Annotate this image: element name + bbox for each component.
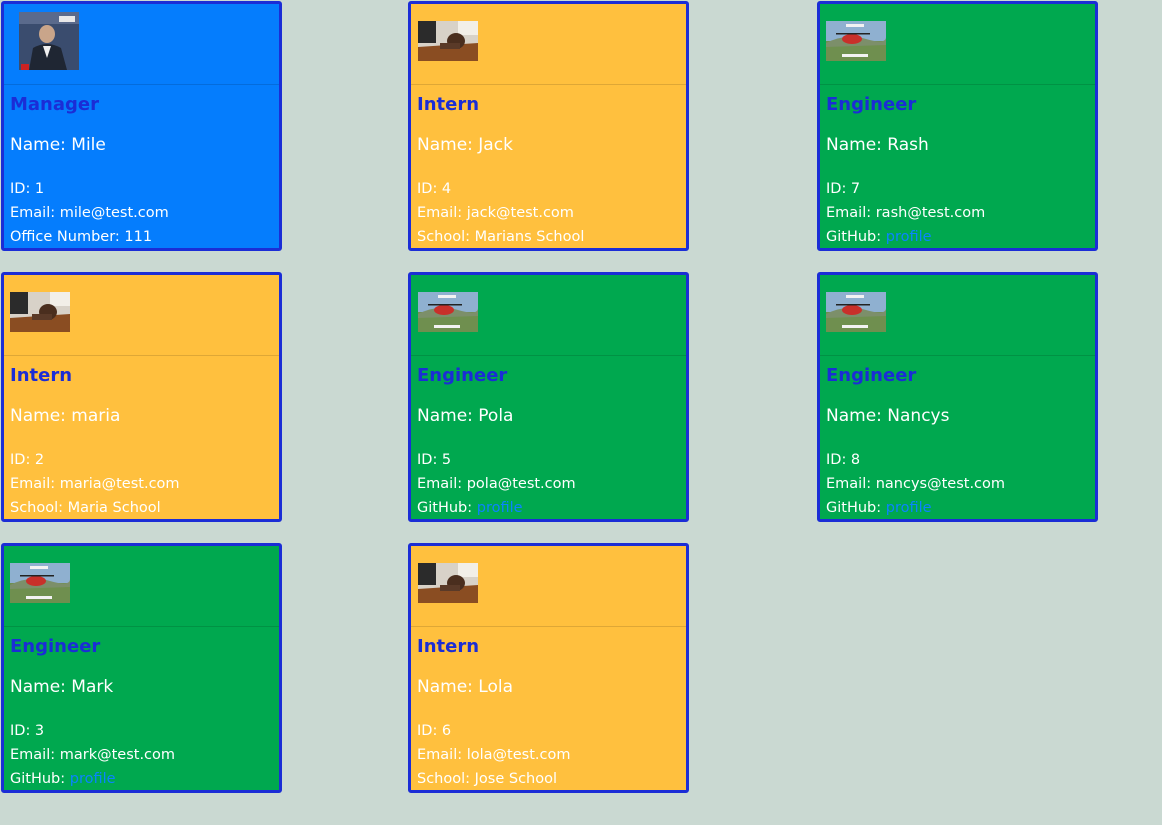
role-title: Manager [10, 94, 99, 115]
card-header [4, 275, 279, 356]
github-label: GitHub: [10, 771, 70, 787]
role-title: Engineer [10, 636, 101, 657]
card-body: Intern Name: Lola ID: 6 Email: lola@test… [411, 627, 686, 790]
card-body: Engineer Name: Nancys ID: 8 Email: nancy… [820, 356, 1095, 519]
github-profile-link[interactable]: profile [70, 771, 116, 787]
employee-card-intern-lola: Intern Name: Lola ID: 6 Email: lola@test… [408, 543, 689, 793]
employee-id: ID: 4 [417, 181, 452, 197]
card-header [820, 275, 1095, 356]
github-label: GitHub: [826, 500, 886, 516]
employee-id: ID: 3 [10, 723, 45, 739]
role-title: Engineer [826, 94, 917, 115]
role-title: Intern [417, 636, 480, 657]
employee-card-engineer-nancys: Engineer Name: Nancys ID: 8 Email: nancy… [817, 272, 1098, 522]
employee-name: Name: Nancys [826, 406, 950, 426]
employee-id: ID: 5 [417, 452, 452, 468]
intern-photo [418, 21, 478, 61]
employee-id: ID: 2 [10, 452, 45, 468]
employee-card-engineer-mark: Engineer Name: Mark ID: 3 Email: mark@te… [1, 543, 282, 793]
card-header [411, 275, 686, 356]
card-header [820, 4, 1095, 85]
employee-card-engineer-pola: Engineer Name: Pola ID: 5 Email: pola@te… [408, 272, 689, 522]
github-label: GitHub: [826, 229, 886, 245]
engineer-photo [826, 292, 886, 332]
employee-email: Email: jack@test.com [417, 205, 574, 221]
role-title: Engineer [417, 365, 508, 386]
employee-id: ID: 8 [826, 452, 861, 468]
employee-email: Email: rash@test.com [826, 205, 986, 221]
engineer-photo [826, 21, 886, 61]
employee-card-manager-mile: Manager Name: Mile ID: 1 Email: mile@tes… [1, 1, 282, 251]
card-header [4, 4, 279, 85]
employee-card-intern-jack: Intern Name: Jack ID: 4 Email: jack@test… [408, 1, 689, 251]
employee-email: Email: maria@test.com [10, 476, 180, 492]
school: School: Jose School [417, 771, 558, 787]
engineer-photo [10, 563, 70, 603]
manager-photo [19, 12, 79, 70]
card-header [411, 4, 686, 85]
github-profile-link[interactable]: profile [886, 229, 932, 245]
employee-email: Email: nancys@test.com [826, 476, 1006, 492]
employee-name: Name: Mile [10, 135, 106, 155]
card-body: Intern Name: maria ID: 2 Email: maria@te… [4, 356, 279, 519]
engineer-photo [418, 292, 478, 332]
employee-id: ID: 7 [826, 181, 861, 197]
employee-name: Name: Mark [10, 677, 114, 697]
card-body: Engineer Name: Rash ID: 7 Email: rash@te… [820, 85, 1095, 248]
employee-email: Email: lola@test.com [417, 747, 571, 763]
role-title: Intern [417, 94, 480, 115]
school: School: Maria School [10, 500, 161, 516]
card-body: Intern Name: Jack ID: 4 Email: jack@test… [411, 85, 686, 248]
employee-email: Email: mark@test.com [10, 747, 176, 763]
employee-email: Email: pola@test.com [417, 476, 576, 492]
employee-name: Name: maria [10, 406, 121, 426]
intern-photo [418, 563, 478, 603]
card-body: Engineer Name: Pola ID: 5 Email: pola@te… [411, 356, 686, 519]
employee-card-engineer-rash: Engineer Name: Rash ID: 7 Email: rash@te… [817, 1, 1098, 251]
employee-card-intern-maria: Intern Name: maria ID: 2 Email: maria@te… [1, 272, 282, 522]
github: GitHub: profile [826, 496, 1089, 519]
card-body: Manager Name: Mile ID: 1 Email: mile@tes… [4, 85, 279, 248]
github-label: GitHub: [417, 500, 477, 516]
github: GitHub: profile [826, 225, 1089, 248]
school: School: Marians School [417, 229, 585, 245]
github-profile-link[interactable]: profile [477, 500, 523, 516]
employee-id: ID: 1 [10, 181, 45, 197]
employee-email: Email: mile@test.com [10, 205, 169, 221]
intern-photo [10, 292, 70, 332]
card-body: Engineer Name: Mark ID: 3 Email: mark@te… [4, 627, 279, 790]
office-number: Office Number: 111 [10, 229, 153, 245]
employee-name: Name: Jack [417, 135, 513, 155]
github: GitHub: profile [417, 496, 680, 519]
employee-id: ID: 6 [417, 723, 452, 739]
github-profile-link[interactable]: profile [886, 500, 932, 516]
github: GitHub: profile [10, 767, 273, 790]
role-title: Intern [10, 365, 73, 386]
role-title: Engineer [826, 365, 917, 386]
employee-name: Name: Pola [417, 406, 514, 426]
card-header [4, 546, 279, 627]
employee-name: Name: Lola [417, 677, 513, 697]
employee-name: Name: Rash [826, 135, 929, 155]
card-header [411, 546, 686, 627]
